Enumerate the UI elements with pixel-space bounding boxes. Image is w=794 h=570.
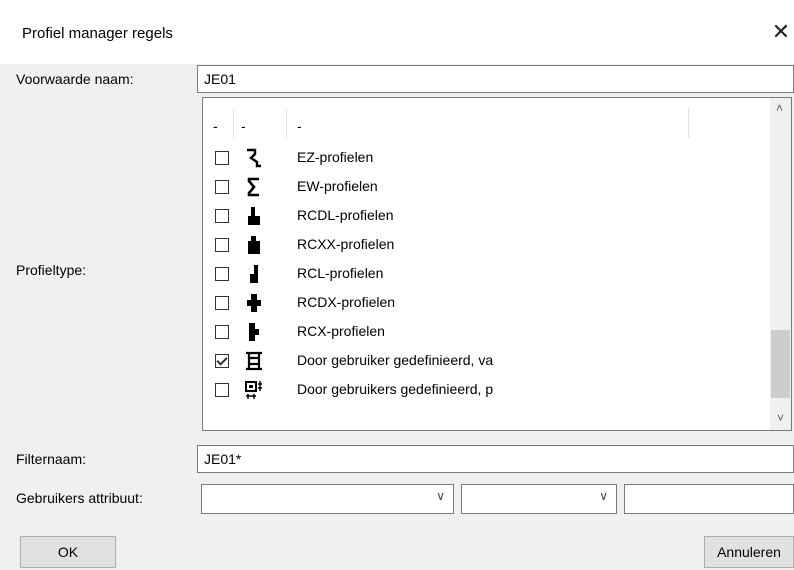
row-label: RCL-profielen: [297, 265, 384, 281]
column-divider[interactable]: [688, 108, 689, 138]
voorwaarde-naam-label: Voorwaarde naam:: [16, 71, 134, 87]
filternaam-input[interactable]: JE01*: [197, 445, 794, 473]
list-item[interactable]: RCX-profielen: [203, 318, 763, 347]
profieltype-label: Profieltype:: [16, 262, 87, 278]
gebruikers-attribuut-label: Gebruikers attribuut:: [16, 490, 143, 506]
column-divider[interactable]: [233, 108, 234, 138]
column-header-name[interactable]: -: [297, 118, 302, 134]
row-label: RCDL-profielen: [297, 207, 394, 223]
row-label: Door gebruikers gedefinieerd, p: [297, 381, 494, 397]
rcdl-profile-icon: [248, 207, 260, 225]
row-label: RCX-profielen: [297, 323, 385, 339]
row-checkbox[interactable]: [215, 151, 229, 165]
list-item[interactable]: RCDX-profielen: [203, 289, 763, 318]
profieltype-listbox[interactable]: - - - EZ-profielen EW-profielen RCDL-pro…: [202, 97, 792, 431]
row-label: EZ-profielen: [297, 149, 374, 165]
filternaam-label: Filternaam:: [16, 451, 87, 467]
scroll-up-icon[interactable]: ˄: [770, 98, 789, 118]
attribute-select-2[interactable]: ∨: [461, 484, 617, 514]
ez-profile-icon: [247, 148, 261, 168]
row-checkbox[interactable]: [215, 296, 229, 310]
row-checkbox[interactable]: [215, 180, 229, 194]
list-item[interactable]: RCL-profielen: [203, 260, 763, 289]
row-checkbox[interactable]: [215, 209, 229, 223]
column-header-check[interactable]: -: [213, 118, 218, 134]
scroll-down-icon[interactable]: ˅: [771, 408, 790, 428]
column-header-icon[interactable]: -: [241, 118, 246, 134]
column-divider[interactable]: [286, 108, 287, 138]
list-item[interactable]: Door gebruikers gedefinieerd, p: [203, 376, 763, 405]
user-defined-profile-icon: [246, 351, 262, 371]
row-label: RCXX-profielen: [297, 236, 395, 252]
cancel-button[interactable]: Annuleren: [704, 536, 794, 568]
list-item[interactable]: RCXX-profielen: [203, 231, 763, 260]
scrollbar-thumb[interactable]: [771, 330, 790, 398]
row-label: RCDX-profielen: [297, 294, 396, 310]
row-checkbox[interactable]: [215, 383, 229, 397]
ew-profile-icon: [247, 177, 259, 197]
row-checkbox[interactable]: [215, 238, 229, 252]
row-label: EW-profielen: [297, 178, 378, 194]
row-checkbox[interactable]: [215, 325, 229, 339]
ok-button[interactable]: OK: [20, 536, 116, 568]
list-item[interactable]: EZ-profielen: [203, 144, 763, 173]
row-checkbox[interactable]: [215, 354, 229, 368]
close-icon[interactable]: ✕: [770, 20, 792, 44]
list-item[interactable]: EW-profielen: [203, 173, 763, 202]
rcl-profile-icon: [250, 265, 258, 283]
rcxx-profile-icon: [248, 236, 260, 254]
row-checkbox[interactable]: [215, 267, 229, 281]
attribute-value-input[interactable]: [624, 484, 794, 514]
user-defined-parametric-icon: [245, 381, 262, 399]
list-item[interactable]: Door gebruiker gedefinieerd, va: [203, 347, 763, 376]
rcx-profile-icon: [249, 323, 259, 341]
voorwaarde-naam-input[interactable]: JE01: [197, 65, 794, 93]
rcdx-profile-icon: [247, 294, 261, 312]
dialog-title: Profiel manager regels: [22, 25, 173, 42]
chevron-down-icon[interactable]: ∨: [436, 489, 445, 503]
row-label: Door gebruiker gedefinieerd, va: [297, 352, 494, 368]
list-item[interactable]: RCDL-profielen: [203, 202, 763, 231]
chevron-down-icon[interactable]: ∨: [599, 489, 608, 503]
attribute-select-1[interactable]: ∨: [201, 484, 454, 514]
